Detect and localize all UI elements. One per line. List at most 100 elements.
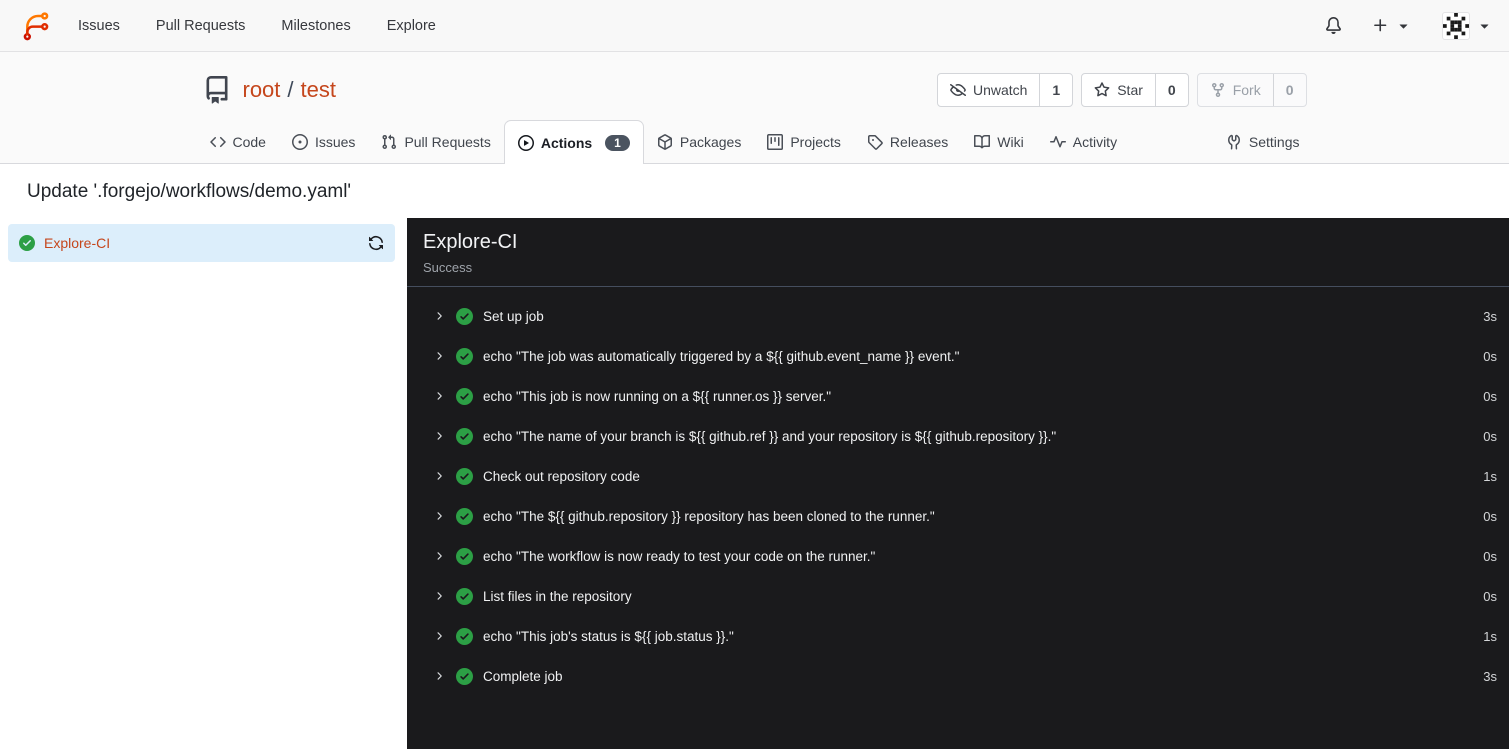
navbar-right xyxy=(1325,11,1493,40)
step-duration: 0s xyxy=(1483,348,1497,364)
nav-item[interactable]: Issues xyxy=(78,18,120,34)
fork-button-group: Fork 0 xyxy=(1196,73,1307,107)
step-name: Check out repository code xyxy=(483,468,640,484)
unwatch-button-group: Unwatch 1 xyxy=(936,73,1074,107)
notifications-button[interactable] xyxy=(1325,17,1342,34)
repo-action-buttons: Unwatch 1 Star 0 Fork 0 xyxy=(936,73,1307,107)
tab-packages[interactable]: Packages xyxy=(644,120,754,163)
nav-item[interactable]: Pull Requests xyxy=(156,18,245,34)
nav-item[interactable]: Explore xyxy=(387,18,436,34)
step-row[interactable]: Set up job 3s xyxy=(407,296,1509,336)
check-circle-icon xyxy=(456,627,473,645)
tab-issues[interactable]: Issues xyxy=(279,120,368,163)
unwatch-button[interactable]: Unwatch xyxy=(938,74,1039,106)
bell-icon xyxy=(1326,17,1341,34)
check-circle-icon xyxy=(456,587,473,605)
step-duration: 1s xyxy=(1483,628,1497,644)
step-row[interactable]: echo "The ${{ github.repository }} repos… xyxy=(407,496,1509,536)
tab-label: Releases xyxy=(889,133,949,150)
tag-icon xyxy=(867,134,883,150)
check-circle-icon xyxy=(19,235,35,251)
star-button[interactable]: Star xyxy=(1082,74,1155,106)
stars-count[interactable]: 0 xyxy=(1154,74,1188,106)
step-row[interactable]: Check out repository code 1s xyxy=(407,456,1509,496)
tab-wiki[interactable]: Wiki xyxy=(961,120,1036,163)
step-duration: 3s xyxy=(1483,308,1497,324)
step-row[interactable]: echo "The name of your branch is ${{ git… xyxy=(407,416,1509,456)
repo-tabs: Code Issues Pull Requests Actions 1 Pack… xyxy=(187,120,1323,164)
tab-projects[interactable]: Projects xyxy=(754,120,854,163)
actions-count-badge: 1 xyxy=(605,134,630,151)
repo-icon xyxy=(206,76,227,104)
tab-activity[interactable]: Activity xyxy=(1037,120,1130,163)
forks-count[interactable]: 0 xyxy=(1272,74,1306,106)
job-name: Explore-CI xyxy=(44,235,111,251)
tab-label: Actions xyxy=(540,134,593,151)
chevron-right-icon xyxy=(437,592,442,600)
chevron-right-icon xyxy=(437,392,442,400)
jobs-sidebar: Explore-CI xyxy=(0,218,407,749)
fork-button[interactable]: Fork xyxy=(1198,74,1273,106)
code-icon xyxy=(209,136,226,147)
run-view: Explore-CI Explore-CI Success Set up job… xyxy=(0,218,1509,749)
step-row[interactable]: Complete job 3s xyxy=(407,656,1509,696)
tab-label: Pull Requests xyxy=(404,133,491,150)
step-row[interactable]: echo "The job was automatically triggere… xyxy=(407,336,1509,376)
tab-releases[interactable]: Releases xyxy=(854,120,961,163)
eye-slash-icon xyxy=(949,84,966,97)
job-title: Explore-CI xyxy=(423,231,518,253)
watchers-count[interactable]: 1 xyxy=(1039,74,1072,106)
tab-label: Code xyxy=(232,133,266,150)
page-title: Update '.forgejo/workflows/demo.yaml' xyxy=(27,181,352,202)
refresh-icon[interactable] xyxy=(368,235,384,251)
step-row[interactable]: echo "The workflow is now ready to test … xyxy=(407,536,1509,576)
tools-icon xyxy=(1227,134,1240,150)
top-navbar: Issues Pull Requests Milestones Explore xyxy=(0,0,1509,52)
tab-pull-requests[interactable]: Pull Requests xyxy=(368,120,503,163)
package-icon xyxy=(657,133,672,150)
job-status: Success xyxy=(423,260,473,275)
repo-name-link[interactable]: test xyxy=(301,77,336,103)
page-title-row: Update '.forgejo/workflows/demo.yaml' xyxy=(0,164,1509,218)
step-duration: 3s xyxy=(1483,668,1497,684)
unwatch-label: Unwatch xyxy=(972,82,1028,98)
tab-settings[interactable]: Settings xyxy=(1213,120,1313,163)
step-name: echo "This job's status is ${{ job.statu… xyxy=(483,628,734,644)
create-new-button[interactable] xyxy=(1372,17,1412,34)
step-row[interactable]: echo "This job's status is ${{ job.statu… xyxy=(407,616,1509,656)
fork-icon xyxy=(1211,83,1224,98)
tab-label: Projects xyxy=(790,133,841,150)
step-row[interactable]: echo "This job is now running on a ${{ r… xyxy=(407,376,1509,416)
check-circle-icon xyxy=(456,667,473,685)
chevron-right-icon xyxy=(437,472,442,480)
chevron-right-icon xyxy=(437,512,442,520)
step-duration: 0s xyxy=(1483,428,1497,444)
repo-breadcrumb: root / test xyxy=(243,77,337,103)
step-duration: 0s xyxy=(1483,508,1497,524)
steps-list: Set up job 3s echo "The job was automati… xyxy=(407,287,1509,705)
step-name: Set up job xyxy=(483,308,544,324)
main-nav: Issues Pull Requests Milestones Explore xyxy=(78,18,436,34)
tab-actions[interactable]: Actions 1 xyxy=(503,120,644,164)
plus-icon xyxy=(1374,19,1387,32)
pull-request-icon xyxy=(382,134,397,149)
step-name: echo "The ${{ github.repository }} repos… xyxy=(483,508,935,524)
sidebar-job-explore-ci[interactable]: Explore-CI xyxy=(8,224,395,262)
tab-code[interactable]: Code xyxy=(197,120,279,163)
star-icon xyxy=(1094,82,1110,97)
repo-tabs-strip: Code Issues Pull Requests Actions 1 Pack… xyxy=(0,120,1509,164)
tab-label: Settings xyxy=(1248,133,1300,150)
step-name: echo "This job is now running on a ${{ r… xyxy=(483,388,832,404)
forgejo-logo-icon[interactable] xyxy=(20,10,52,42)
step-row[interactable]: List files in the repository 0s xyxy=(407,576,1509,616)
check-circle-icon xyxy=(456,347,473,365)
nav-item[interactable]: Milestones xyxy=(281,18,350,34)
book-icon xyxy=(974,134,991,148)
repo-owner-link[interactable]: root xyxy=(243,77,281,103)
user-menu-button[interactable] xyxy=(1442,11,1493,40)
star-button-group: Star 0 xyxy=(1081,73,1189,107)
check-circle-icon xyxy=(456,307,473,325)
step-name: Complete job xyxy=(483,668,563,684)
user-avatar xyxy=(1442,11,1470,40)
check-circle-icon xyxy=(456,467,473,485)
